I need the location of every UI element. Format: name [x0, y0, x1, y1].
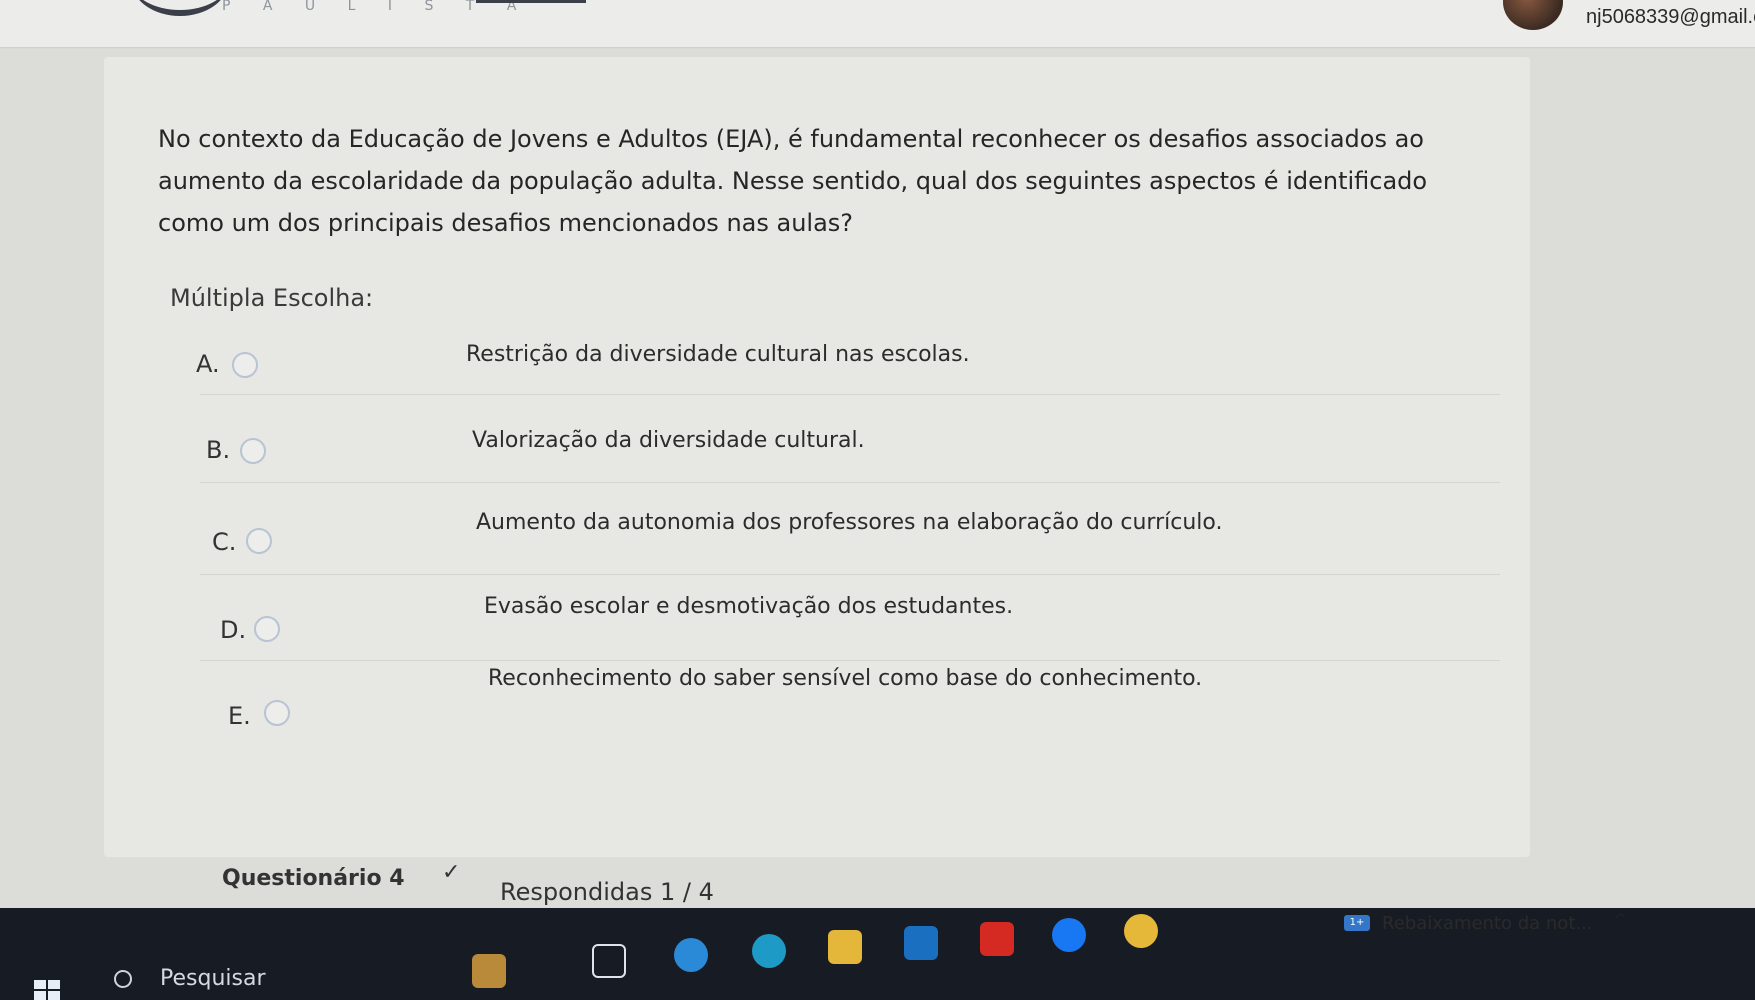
question-type-label: Múltipla Escolha: [170, 284, 374, 312]
widget-icon[interactable] [472, 954, 506, 988]
outlook-icon[interactable] [904, 926, 938, 960]
radio-e[interactable] [264, 700, 290, 726]
divider [200, 482, 1500, 483]
search-input[interactable]: Pesquisar [160, 966, 266, 991]
quiz-title: Questionário 4 [222, 866, 405, 891]
brand-divider [476, 0, 586, 3]
news-badge: 1+ [1344, 915, 1370, 931]
avatar[interactable] [1503, 0, 1563, 30]
check-icon: ✓ [442, 860, 461, 885]
option-c[interactable]: C. Aumento da autonomia dos professores … [206, 510, 1536, 556]
option-text: Restrição da diversidade cultural nas es… [466, 342, 970, 367]
taskbar: 1+ Rebaixamento da not... ^ Pesquisar [0, 908, 1755, 1000]
radio-b[interactable] [240, 438, 266, 464]
option-e[interactable]: E. Reconhecimento do saber sensível como… [226, 666, 1556, 730]
news-headline: Rebaixamento da not... [1382, 912, 1593, 934]
option-b[interactable]: B. Valorização da diversidade cultural. [200, 428, 1530, 468]
divider [200, 574, 1500, 575]
facebook-icon[interactable] [1052, 918, 1086, 952]
option-text: Aumento da autonomia dos professores na … [476, 510, 1223, 535]
user-email: nj5068339@gmail.c [1586, 6, 1755, 28]
radio-a[interactable] [232, 352, 258, 378]
answered-count: Respondidas 1 / 4 [500, 878, 714, 906]
search-icon [114, 970, 132, 988]
edge-icon[interactable] [752, 934, 786, 968]
option-d[interactable]: D. Evasão escolar e desmotivação dos est… [216, 594, 1546, 644]
option-letter: B. [206, 436, 231, 464]
option-letter: D. [220, 616, 247, 644]
top-bar: P A U L I S T A nj5068339@gmail.c [0, 0, 1755, 48]
copilot-icon[interactable] [674, 938, 708, 972]
chrome-icon[interactable] [1124, 914, 1158, 948]
option-letter: E. [228, 702, 251, 730]
divider [200, 660, 1500, 661]
news-widget[interactable]: 1+ Rebaixamento da not... [1344, 908, 1593, 938]
windows-start-icon[interactable] [34, 980, 60, 1000]
folder-icon[interactable] [828, 930, 862, 964]
question-text: No contexto da Educação de Jovens e Adul… [158, 125, 1428, 237]
option-letter: C. [212, 528, 237, 556]
option-a[interactable]: A. Restrição da diversidade cultural nas… [192, 342, 1522, 382]
tray-chevron-icon[interactable]: ^ [1614, 910, 1627, 929]
option-letter: A. [196, 350, 220, 378]
option-text: Reconhecimento do saber sensível como ba… [488, 666, 1203, 691]
logo-arc [132, 0, 228, 16]
taskbar-search[interactable]: Pesquisar [88, 966, 448, 1000]
radio-c[interactable] [246, 528, 272, 554]
option-text: Evasão escolar e desmotivação dos estuda… [484, 594, 1014, 619]
divider [200, 394, 1500, 395]
radio-d[interactable] [254, 616, 280, 642]
youtube-icon[interactable] [980, 922, 1014, 956]
option-text: Valorização da diversidade cultural. [472, 428, 865, 453]
task-view-icon[interactable] [592, 944, 626, 978]
